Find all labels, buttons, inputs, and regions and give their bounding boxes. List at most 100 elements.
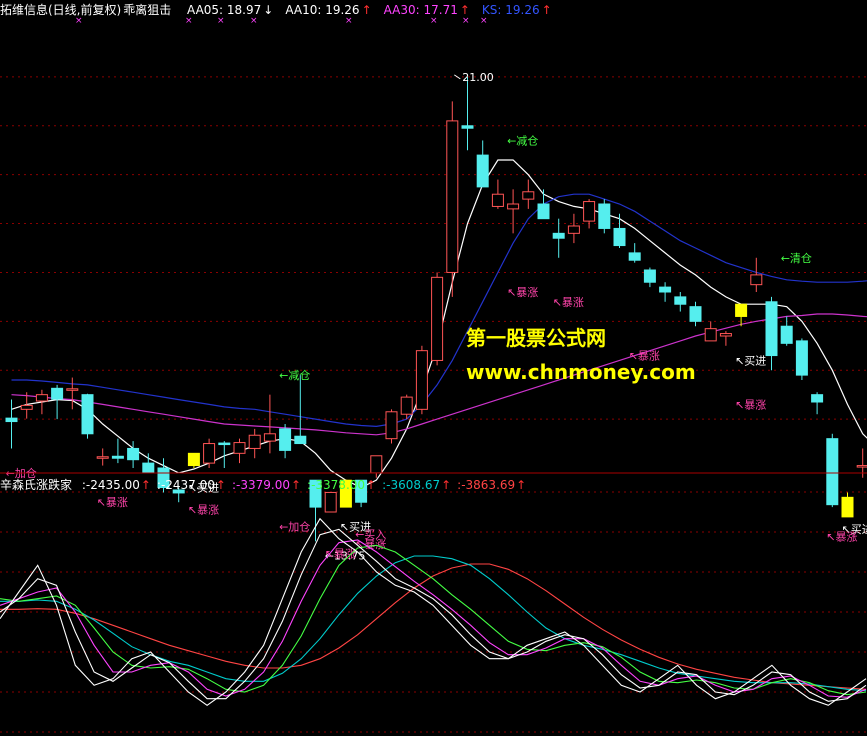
candle-body bbox=[795, 340, 808, 376]
annotation-label: ↖暴涨 bbox=[507, 286, 538, 299]
candle-body bbox=[263, 433, 276, 442]
candle-body bbox=[187, 452, 200, 467]
candle-body bbox=[400, 396, 413, 415]
candle-body bbox=[248, 434, 261, 449]
candle-body bbox=[446, 120, 459, 273]
sub-value-label: :-3378.00 bbox=[307, 478, 366, 492]
annotation-label: ↖暴涨 bbox=[735, 398, 766, 411]
chart-background bbox=[0, 0, 867, 736]
candle-body bbox=[66, 388, 79, 391]
candle-body bbox=[780, 325, 793, 344]
candle-body bbox=[35, 394, 48, 402]
annotation-label: ↖暴涨 bbox=[97, 496, 128, 509]
candle-body bbox=[111, 455, 124, 459]
candle-body bbox=[142, 462, 155, 474]
annotation-label: ←减仓 bbox=[507, 133, 538, 147]
candle-body bbox=[659, 286, 672, 293]
annotation-label: ↖暴涨 bbox=[826, 530, 857, 543]
candle-body bbox=[203, 443, 216, 464]
candle-body bbox=[552, 232, 565, 239]
trend-arrow-icon: ↓ bbox=[263, 3, 274, 17]
cross-marker-icon: × bbox=[345, 16, 353, 26]
cross-marker-icon: × bbox=[462, 16, 470, 26]
candle-body bbox=[704, 328, 717, 342]
cross-marker-icon: × bbox=[75, 16, 83, 26]
candle-body bbox=[826, 438, 839, 506]
candle-body bbox=[811, 394, 824, 403]
sub-value-label: :-2435.00 bbox=[81, 478, 140, 492]
trend-arrow-icon: ↑ bbox=[541, 3, 552, 17]
ma-value-label: AA10: 19.26 bbox=[285, 3, 360, 17]
candle-body bbox=[233, 442, 246, 454]
sub-value-label: :-2437.00 bbox=[156, 478, 215, 492]
trend-arrow-icon: ↑ bbox=[361, 3, 372, 17]
trend-arrow-icon: ↑ bbox=[516, 478, 527, 492]
candle-body bbox=[765, 301, 778, 357]
candle-body bbox=[461, 125, 474, 129]
candle-body bbox=[613, 227, 626, 247]
annotation-label: ←减仓 bbox=[279, 368, 310, 382]
candle-body bbox=[476, 154, 489, 188]
candle-body bbox=[567, 225, 580, 234]
indicator-name: 乖离狙击 bbox=[123, 3, 172, 17]
candle-body bbox=[96, 456, 109, 459]
watermark-title: 第一股票公式网 bbox=[466, 326, 606, 350]
candle-body bbox=[385, 411, 398, 440]
sub-chart-header: 辛森氏涨跌家 :-2435.00↑:-2437.00↑:-3379.00↑:-3… bbox=[0, 478, 526, 492]
candle-body bbox=[750, 274, 763, 286]
candle-body bbox=[719, 333, 732, 337]
candle-body bbox=[689, 306, 702, 322]
annotation-label: 21.00 bbox=[462, 71, 494, 84]
stock-chart-canvas: 21.00←13.75←减仓←减仓←清仓←加仓←加仓↖买进↖买进↖买进↖买进←买… bbox=[0, 0, 867, 736]
candle-body bbox=[735, 303, 748, 317]
ma-value-label: AA05: 18.97 bbox=[187, 3, 262, 17]
candle-body bbox=[279, 428, 292, 451]
candle-body bbox=[598, 203, 611, 229]
candle-body bbox=[415, 350, 428, 410]
ma-value-label: AA30: 17.71 bbox=[383, 3, 458, 17]
stock-name: 拓维信息(日线,前复权) bbox=[0, 3, 122, 17]
candle-body bbox=[537, 203, 550, 220]
candle-body bbox=[370, 455, 383, 474]
candle-body bbox=[522, 191, 535, 200]
watermark-url: www.chnmoney.com bbox=[466, 360, 696, 384]
candle-body bbox=[5, 417, 18, 423]
candle-body bbox=[643, 269, 656, 283]
candle-body bbox=[81, 394, 94, 435]
annotation-label: ↖暴涨 bbox=[553, 296, 584, 309]
trend-arrow-icon: ↑ bbox=[459, 3, 470, 17]
cross-marker-icon: × bbox=[480, 16, 488, 26]
candle-body bbox=[856, 465, 867, 468]
annotation-label: ←清仓 bbox=[781, 251, 812, 265]
candle-body bbox=[20, 404, 33, 410]
candle-body bbox=[583, 201, 596, 222]
sub-value-label: :-3379.00 bbox=[231, 478, 290, 492]
candle-body bbox=[324, 491, 337, 513]
cross-marker-icon: × bbox=[250, 16, 258, 26]
trend-arrow-icon: ↑ bbox=[441, 478, 452, 492]
candle-body bbox=[51, 387, 64, 400]
candle-body bbox=[628, 252, 641, 261]
cross-marker-icon: × bbox=[430, 16, 438, 26]
candle-body bbox=[674, 296, 687, 305]
candle-body bbox=[127, 447, 140, 461]
trend-arrow-icon: ↑ bbox=[366, 478, 377, 492]
annotation-label: ↖暴涨 bbox=[188, 504, 219, 517]
sub-value-label: :-3863.69 bbox=[457, 478, 516, 492]
annotation-label: ↖买进 bbox=[735, 354, 766, 367]
sub-value-label: :-3608.67 bbox=[382, 478, 441, 492]
candle-body bbox=[841, 496, 854, 518]
ma-value-label: KS: 19.26 bbox=[481, 3, 540, 17]
cross-marker-icon: × bbox=[217, 16, 225, 26]
candle-body bbox=[431, 276, 444, 361]
cross-marker-icon: × bbox=[185, 16, 193, 26]
trend-arrow-icon: ↑ bbox=[290, 478, 302, 492]
trend-arrow-icon: ↑ bbox=[215, 478, 226, 492]
candle-body bbox=[491, 193, 504, 207]
sub-indicator-name: 辛森氏涨跌家 bbox=[0, 478, 73, 492]
main-chart-header: 拓维信息(日线,前复权) 乖离狙击 AA05: 18.97 ↓ AA10: 19.26… bbox=[0, 3, 552, 17]
candle-body bbox=[218, 442, 231, 446]
candle-body bbox=[294, 435, 307, 445]
annotation-label: ←加仓 bbox=[279, 520, 310, 534]
candle-body bbox=[507, 203, 520, 210]
